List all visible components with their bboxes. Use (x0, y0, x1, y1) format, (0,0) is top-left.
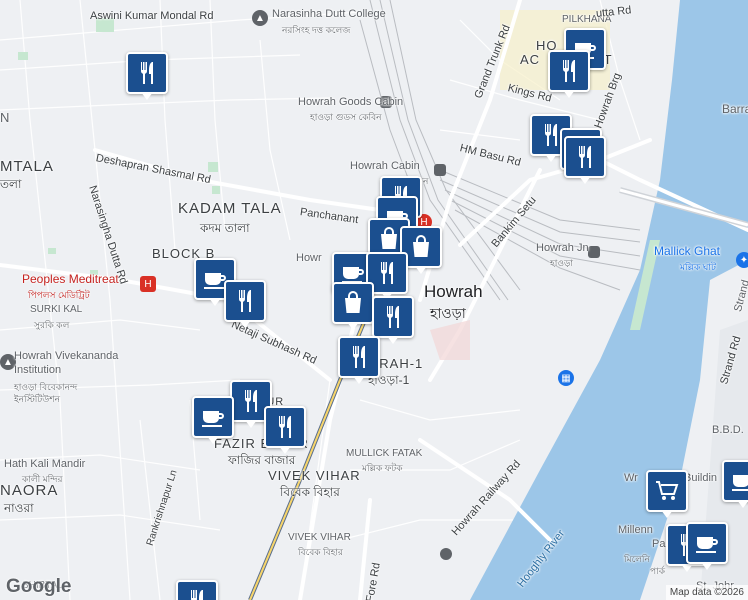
museum-icon: ▦ (558, 370, 574, 386)
restaurant-icon (183, 587, 211, 600)
landmark-icon: ✦ (736, 252, 748, 268)
restaurant-icon (571, 143, 599, 171)
place-marker-restaurant[interactable] (372, 296, 414, 344)
restaurant-icon (345, 343, 373, 371)
hospital-icon: H (140, 276, 156, 292)
place-marker-restaurant[interactable] (126, 52, 168, 100)
restaurant-icon (133, 59, 161, 87)
cafe-icon (199, 403, 227, 431)
shopping-cart-icon (653, 477, 681, 505)
transit-icon (440, 548, 452, 560)
shopping-bag-icon (407, 233, 435, 261)
place-marker-restaurant[interactable] (176, 580, 218, 600)
place-marker-shopping-cart[interactable] (646, 470, 688, 518)
restaurant-icon (271, 413, 299, 441)
restaurant-icon (231, 287, 259, 315)
restaurant-icon (373, 259, 401, 287)
restaurant-icon (237, 387, 265, 415)
place-marker-cafe[interactable] (686, 522, 728, 570)
train-icon (380, 96, 392, 108)
restaurant-icon (379, 303, 407, 331)
place-marker-restaurant[interactable] (564, 136, 606, 184)
shopping-bag-icon (375, 225, 403, 253)
place-marker-restaurant[interactable] (264, 406, 306, 454)
place-marker-cafe[interactable] (722, 460, 748, 508)
train-icon (434, 164, 446, 176)
place-marker-restaurant[interactable] (548, 50, 590, 98)
place-marker-shopping-bag[interactable] (332, 282, 374, 330)
train-icon (588, 246, 600, 258)
restaurant-icon (555, 57, 583, 85)
google-logo: Google (6, 576, 72, 597)
place-marker-cafe[interactable] (192, 396, 234, 444)
school-icon: ▲ (0, 354, 16, 370)
school-icon: ▲ (252, 10, 268, 26)
cafe-icon (729, 467, 748, 495)
place-marker-restaurant[interactable] (224, 280, 266, 328)
place-marker-restaurant[interactable] (338, 336, 380, 384)
shopping-bag-icon (339, 289, 367, 317)
map-attribution[interactable]: Map data ©2026 (665, 585, 748, 600)
map-view[interactable]: KADAM TALA কদম তালা BLOCK B SURKI KAL সু… (0, 0, 748, 600)
cafe-icon (693, 529, 721, 557)
